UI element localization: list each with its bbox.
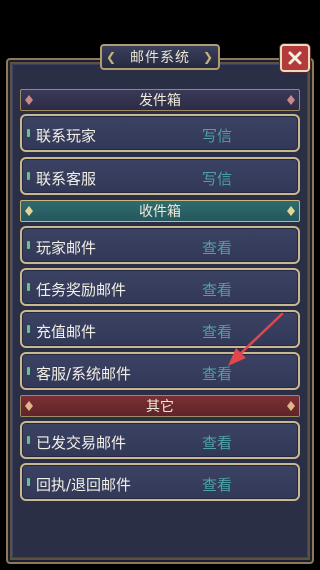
header-gem-icon	[25, 401, 33, 411]
list-item-contact-support[interactable]: 联系客服 写信	[20, 157, 300, 195]
other-header: 其它	[20, 395, 300, 417]
inbox-header-label: 收件箱	[139, 204, 181, 220]
title-right-ornament-icon: ❯	[202, 50, 214, 64]
row-marker	[27, 129, 30, 137]
view-button[interactable]: 查看	[202, 432, 232, 453]
list-item-support-system-mail[interactable]: 客服/系统邮件 查看	[20, 352, 300, 390]
outbox-header: 发件箱	[20, 89, 300, 111]
row-label: 玩家邮件	[36, 239, 97, 257]
row-label: 客服/系统邮件	[36, 365, 132, 383]
row-label: 回执/退回邮件	[36, 476, 132, 494]
row-marker	[27, 367, 30, 375]
view-button[interactable]: 查看	[202, 363, 232, 384]
view-button[interactable]: 查看	[202, 321, 232, 342]
header-gem-icon	[25, 95, 33, 105]
close-icon	[288, 51, 302, 65]
list-item-player-mail[interactable]: 玩家邮件 查看	[20, 226, 300, 264]
row-label: 联系玩家	[36, 127, 97, 145]
header-gem-icon	[25, 206, 33, 216]
row-marker	[27, 172, 30, 180]
window-title: 邮件系统	[130, 50, 190, 66]
list-item-quest-reward-mail[interactable]: 任务奖励邮件 查看	[20, 268, 300, 306]
list-item-recharge-mail[interactable]: 充值邮件 查看	[20, 310, 300, 348]
header-gem-icon	[287, 95, 295, 105]
row-marker	[27, 241, 30, 249]
row-marker	[27, 478, 30, 486]
row-label: 已发交易邮件	[36, 434, 127, 452]
row-label: 充值邮件	[36, 323, 97, 341]
title-left-ornament-icon: ❮	[106, 50, 118, 64]
header-gem-icon	[287, 401, 295, 411]
list-item-receipt-returned-mail[interactable]: 回执/退回邮件 查看	[20, 463, 300, 501]
row-label: 任务奖励邮件	[36, 281, 127, 299]
view-button[interactable]: 查看	[202, 279, 232, 300]
view-button[interactable]: 查看	[202, 474, 232, 495]
inbox-header: 收件箱	[20, 200, 300, 222]
window-title-plate: ❮ 邮件系统 ❯	[100, 44, 220, 70]
write-letter-button[interactable]: 写信	[202, 125, 232, 146]
outbox-header-label: 发件箱	[139, 93, 181, 109]
row-marker	[27, 325, 30, 333]
row-marker	[27, 283, 30, 291]
list-item-sent-trade-mail[interactable]: 已发交易邮件 查看	[20, 421, 300, 459]
row-label: 联系客服	[36, 170, 97, 188]
view-button[interactable]: 查看	[202, 237, 232, 258]
other-header-label: 其它	[146, 399, 174, 415]
header-gem-icon	[287, 206, 295, 216]
close-button[interactable]	[280, 44, 310, 72]
row-marker	[27, 436, 30, 444]
write-letter-button[interactable]: 写信	[202, 168, 232, 189]
list-item-contact-player[interactable]: 联系玩家 写信	[20, 114, 300, 152]
